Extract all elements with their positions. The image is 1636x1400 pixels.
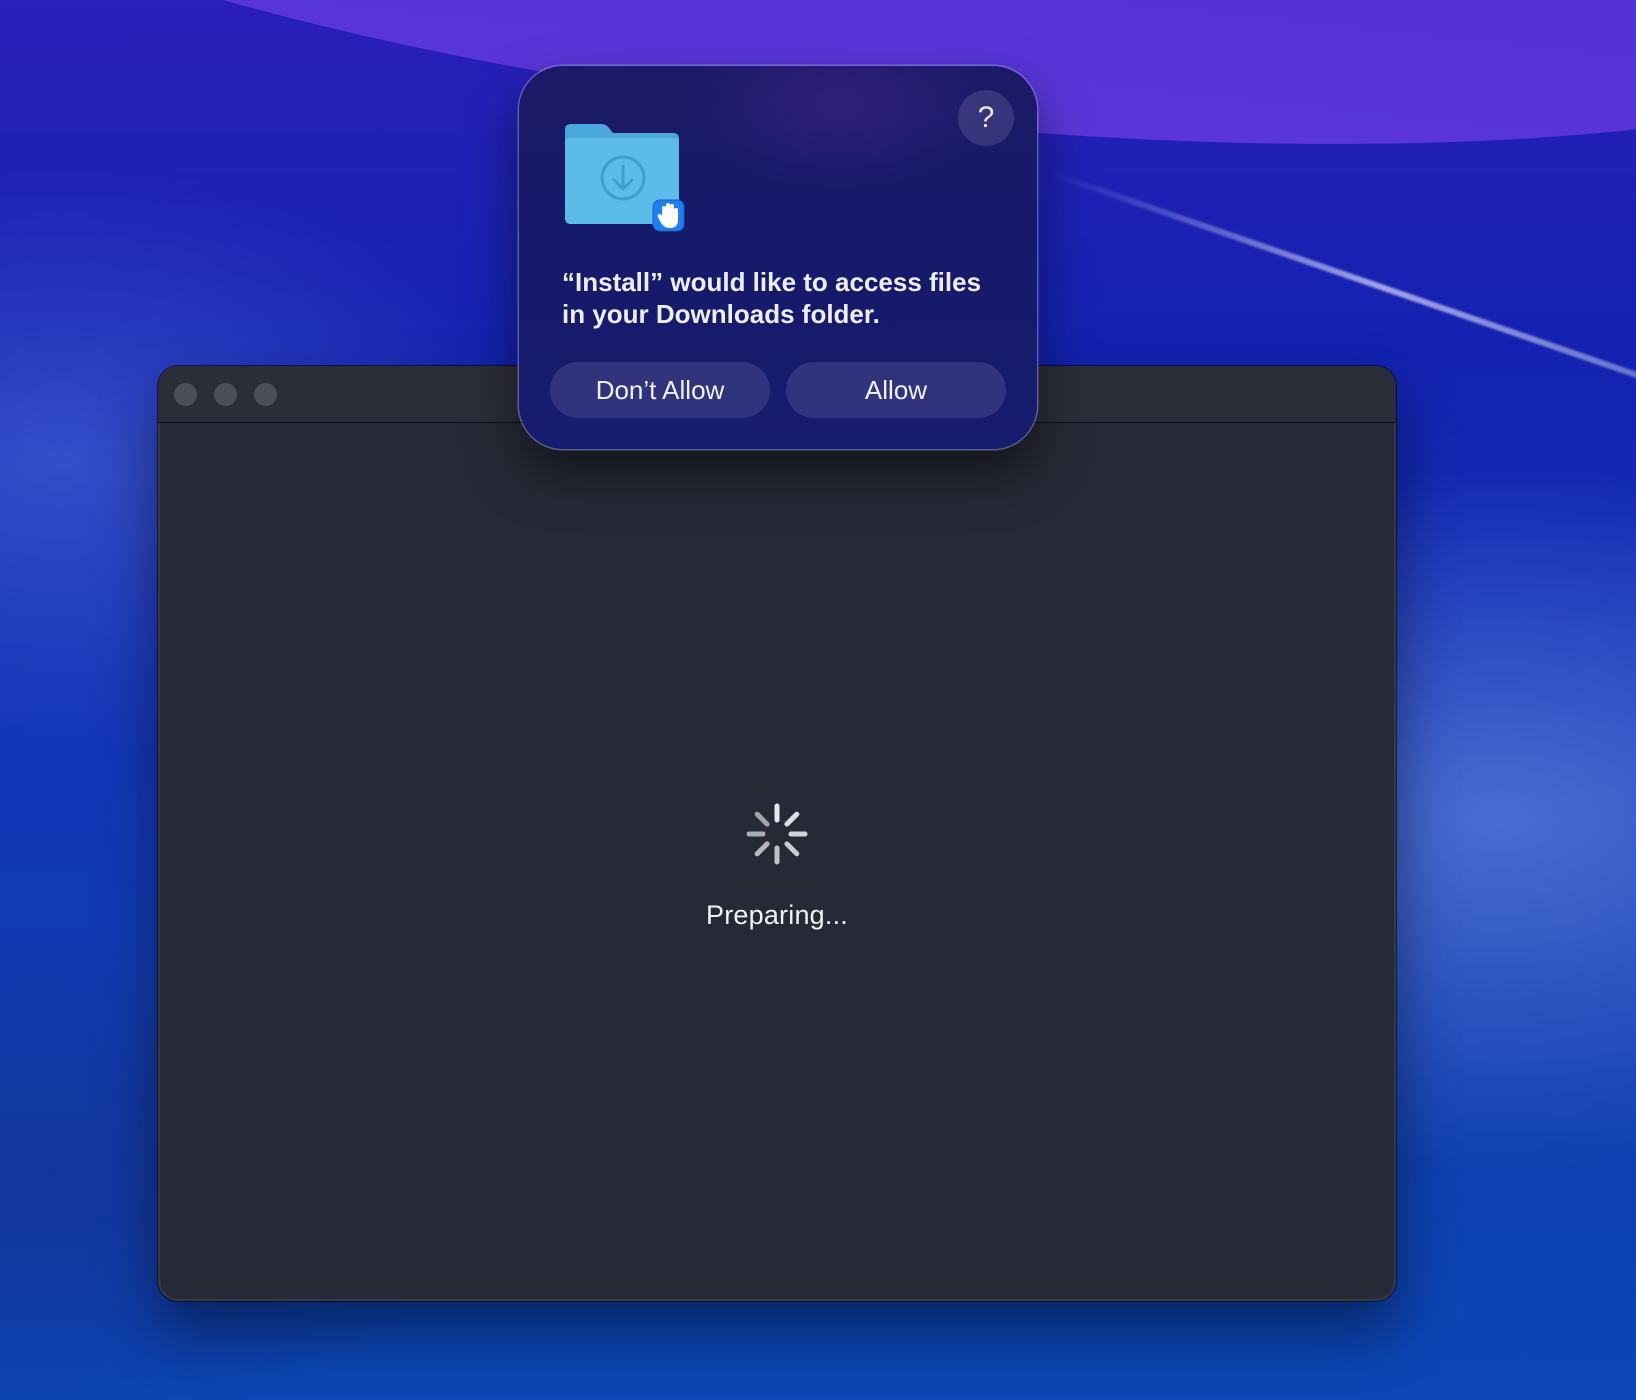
close-window-button[interactable] (174, 383, 197, 406)
dont-allow-button[interactable]: Don’t Allow (550, 362, 770, 418)
hand-stop-icon (652, 199, 685, 232)
downloads-access-dialog: ? “Install” would like to access files i… (519, 66, 1037, 449)
loading-spinner-icon (746, 803, 808, 865)
dialog-message: “Install” would like to access files in … (562, 267, 982, 329)
help-button[interactable]: ? (958, 90, 1014, 146)
preparing-status-text: Preparing... (706, 900, 848, 930)
allow-button[interactable]: Allow (786, 362, 1006, 418)
minimize-window-button[interactable] (214, 383, 237, 406)
desktop-background: Preparing... ? “Install” would like to a… (0, 0, 1636, 1400)
downloads-folder-icon (565, 124, 685, 232)
installer-window: Preparing... (158, 366, 1396, 1301)
zoom-window-button[interactable] (254, 383, 277, 406)
